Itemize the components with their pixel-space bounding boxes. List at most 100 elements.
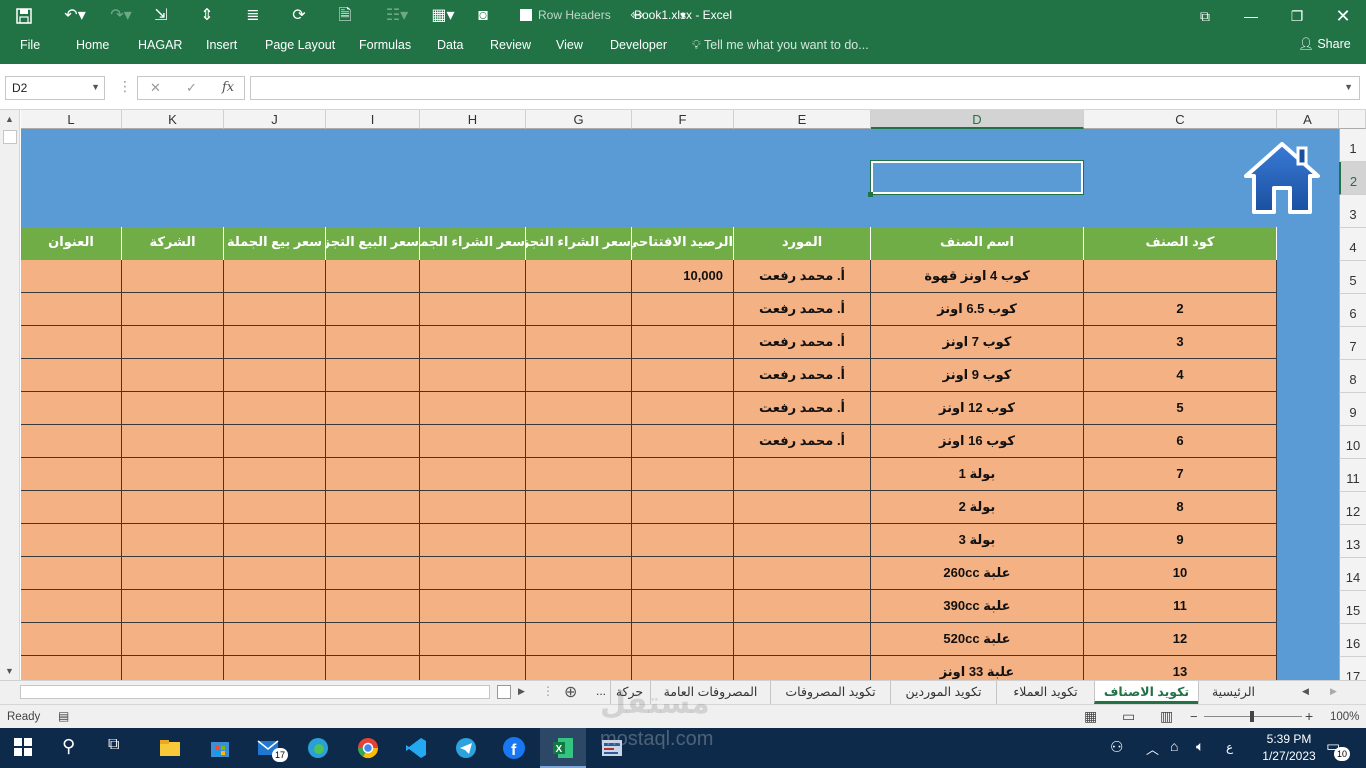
cell-item-code[interactable]: 6 bbox=[1084, 425, 1277, 458]
cell-opening-balance[interactable] bbox=[632, 392, 734, 425]
column-header-c[interactable]: C bbox=[1084, 110, 1277, 129]
cell-item-code[interactable]: 10 bbox=[1084, 557, 1277, 590]
cell-retail-sell[interactable] bbox=[326, 425, 420, 458]
expand-formula-icon[interactable]: ▼ bbox=[1344, 82, 1353, 92]
worksheet-grid[interactable]: ▲ ▼ L K J I H G F E D C A 1 2 3 4 5 6 7 … bbox=[0, 110, 1366, 680]
cell-wholesale-sell[interactable] bbox=[224, 293, 326, 326]
row-header[interactable]: 10 bbox=[1339, 426, 1366, 459]
cell-wholesale-sell[interactable] bbox=[224, 524, 326, 557]
cell-wholesale-sell[interactable] bbox=[224, 557, 326, 590]
cell-opening-balance[interactable] bbox=[632, 656, 734, 680]
cell-wholesale-buy[interactable] bbox=[420, 293, 526, 326]
row-header[interactable]: 15 bbox=[1339, 591, 1366, 624]
cell-company[interactable] bbox=[122, 590, 224, 623]
cell-supplier[interactable] bbox=[734, 524, 871, 557]
cell-address[interactable] bbox=[21, 557, 122, 590]
cell-wholesale-sell[interactable] bbox=[224, 623, 326, 656]
more-options-icon[interactable]: ⋮ bbox=[118, 78, 132, 95]
file-explorer-icon[interactable] bbox=[158, 736, 182, 760]
column-header-h[interactable]: H bbox=[420, 110, 526, 129]
column-header-g[interactable]: G bbox=[526, 110, 632, 129]
cell-retail-buy[interactable] bbox=[526, 590, 632, 623]
people-icon[interactable]: ⚇ bbox=[1110, 738, 1123, 756]
volume-icon[interactable]: 🔈︎ bbox=[1196, 738, 1204, 755]
cell-wholesale-buy[interactable] bbox=[420, 656, 526, 680]
row-header[interactable]: 16 bbox=[1339, 624, 1366, 657]
sheet-tab-supplier-codes[interactable]: تكويد الموردين bbox=[890, 681, 996, 704]
cell-retail-buy[interactable] bbox=[526, 260, 632, 293]
cell-retail-sell[interactable] bbox=[326, 590, 420, 623]
cell-supplier[interactable]: أ. محمد رفعت bbox=[734, 293, 871, 326]
cell-wholesale-buy[interactable] bbox=[420, 524, 526, 557]
scroll-thumb[interactable] bbox=[3, 130, 17, 144]
cell-address[interactable] bbox=[21, 458, 122, 491]
tab-page-layout[interactable]: Page Layout bbox=[265, 38, 335, 52]
cell-item-code[interactable]: 9 bbox=[1084, 524, 1277, 557]
cell-supplier[interactable] bbox=[734, 557, 871, 590]
clock-time[interactable]: 5:39 PM bbox=[1258, 732, 1320, 746]
cell-item-name[interactable]: علبة 33 اونز bbox=[871, 656, 1084, 680]
cell-wholesale-buy[interactable] bbox=[420, 359, 526, 392]
split-handle-icon[interactable]: ⋮ bbox=[542, 684, 554, 698]
cell-wholesale-buy[interactable] bbox=[420, 326, 526, 359]
cell-address[interactable] bbox=[21, 326, 122, 359]
cell-wholesale-sell[interactable] bbox=[224, 656, 326, 680]
table-header-opening-balance[interactable]: الرصيد الافتتاحي bbox=[632, 227, 734, 260]
column-header-i[interactable]: I bbox=[326, 110, 420, 129]
cell-item-code[interactable] bbox=[1084, 260, 1277, 293]
cell-item-code[interactable]: 8 bbox=[1084, 491, 1277, 524]
cell-supplier[interactable] bbox=[734, 590, 871, 623]
column-header-e[interactable]: E bbox=[734, 110, 871, 129]
scroll-right-icon[interactable]: ▶ bbox=[518, 686, 525, 697]
cell-item-name[interactable]: بولة 1 bbox=[871, 458, 1084, 491]
cell-company[interactable] bbox=[122, 524, 224, 557]
zoom-slider-thumb[interactable] bbox=[1250, 711, 1254, 722]
cell-wholesale-sell[interactable] bbox=[224, 359, 326, 392]
cell-supplier[interactable]: أ. محمد رفعت bbox=[734, 392, 871, 425]
scroll-up-icon[interactable]: ▲ bbox=[5, 114, 14, 124]
minimize-icon[interactable]: — bbox=[1236, 4, 1266, 28]
enter-icon[interactable]: ✓ bbox=[186, 80, 197, 96]
cell-item-code[interactable]: 4 bbox=[1084, 359, 1277, 392]
cell-retail-buy[interactable] bbox=[526, 293, 632, 326]
sheet-tab-main[interactable]: الرئيسية bbox=[1198, 681, 1268, 704]
cell-opening-balance[interactable] bbox=[632, 293, 734, 326]
cell-wholesale-sell[interactable] bbox=[224, 458, 326, 491]
row-header[interactable]: 11 bbox=[1339, 459, 1366, 492]
share-button[interactable]: 👤︎ Share bbox=[1298, 37, 1351, 52]
cancel-icon[interactable]: ✕ bbox=[150, 80, 161, 96]
table-header-supplier[interactable]: المورد bbox=[734, 227, 871, 260]
cell-retail-sell[interactable] bbox=[326, 293, 420, 326]
cell-wholesale-sell[interactable] bbox=[224, 260, 326, 293]
cell-wholesale-buy[interactable] bbox=[420, 557, 526, 590]
excel-taskbar-button[interactable]: X bbox=[540, 728, 586, 768]
tab-view[interactable]: View bbox=[556, 38, 583, 52]
cell-item-name[interactable]: كوب 4 اونز قهوة bbox=[871, 260, 1084, 293]
cell-retail-sell[interactable] bbox=[326, 458, 420, 491]
cell-address[interactable] bbox=[21, 590, 122, 623]
macro-record-icon[interactable]: ▤ bbox=[58, 709, 69, 723]
cell-opening-balance[interactable] bbox=[632, 557, 734, 590]
table-header-company[interactable]: الشركة bbox=[122, 227, 224, 260]
cell-opening-balance[interactable] bbox=[632, 623, 734, 656]
cell-address[interactable] bbox=[21, 392, 122, 425]
table-header-address[interactable]: العنوان bbox=[21, 227, 122, 260]
cell-wholesale-buy[interactable] bbox=[420, 590, 526, 623]
cell-wholesale-buy[interactable] bbox=[420, 458, 526, 491]
cell-address[interactable] bbox=[21, 260, 122, 293]
cell-retail-buy[interactable] bbox=[526, 326, 632, 359]
cell-item-code[interactable]: 7 bbox=[1084, 458, 1277, 491]
table-header-wholesale-sell[interactable]: سعر بيع الجملة bbox=[224, 227, 326, 260]
cell-company[interactable] bbox=[122, 557, 224, 590]
cell-supplier[interactable]: أ. محمد رفعت bbox=[734, 260, 871, 293]
cell-address[interactable] bbox=[21, 425, 122, 458]
hscroll-thumb[interactable] bbox=[497, 685, 511, 699]
cell-opening-balance[interactable] bbox=[632, 590, 734, 623]
cell-opening-balance[interactable]: 10,000 bbox=[632, 260, 734, 293]
column-header-a[interactable]: A bbox=[1277, 110, 1339, 129]
edge-icon[interactable] bbox=[306, 736, 330, 760]
cell-address[interactable] bbox=[21, 293, 122, 326]
network-icon[interactable]: ⌂ bbox=[1170, 738, 1178, 754]
home-icon[interactable] bbox=[1240, 138, 1324, 218]
cell-company[interactable] bbox=[122, 425, 224, 458]
